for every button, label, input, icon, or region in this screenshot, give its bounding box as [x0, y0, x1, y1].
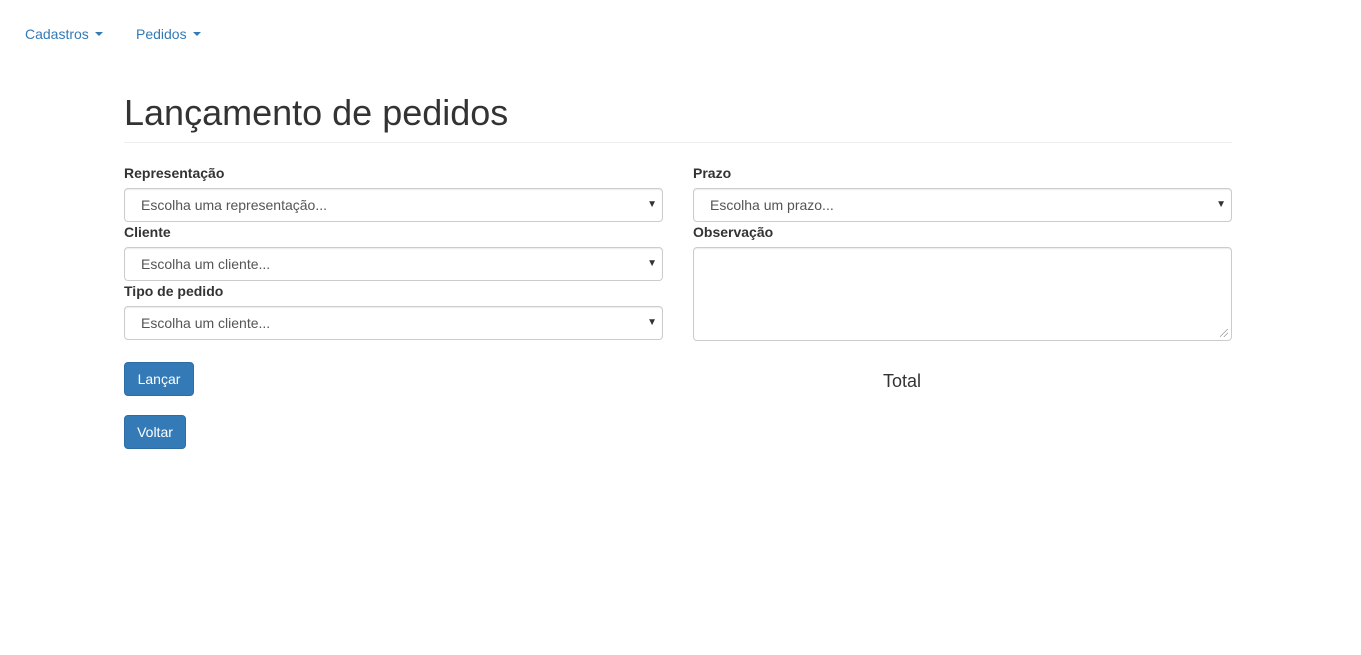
representacao-select-value: Escolha uma representação... — [141, 197, 327, 213]
observacao-label: Observação — [693, 224, 774, 240]
triangle-down-icon: ▼ — [647, 317, 657, 328]
caret-down-icon — [192, 32, 201, 37]
prazo-select-value: Escolha um prazo... — [710, 197, 834, 213]
nav-dropdown-cadastros-label: Cadastros — [25, 26, 89, 42]
voltar-button[interactable]: Voltar — [124, 415, 186, 449]
triangle-down-icon: ▼ — [647, 258, 657, 269]
triangle-down-icon: ▼ — [647, 199, 657, 210]
representacao-label: Representação — [124, 165, 225, 181]
prazo-select[interactable]: Escolha um prazo... ▼ — [693, 188, 1232, 222]
cliente-select[interactable]: Escolha um cliente... ▼ — [124, 247, 663, 281]
cliente-select-value: Escolha um cliente... — [141, 256, 271, 272]
total-label: Total — [883, 371, 922, 391]
nav-dropdown-pedidos[interactable]: Pedidos — [136, 25, 201, 43]
tipo-pedido-label: Tipo de pedido — [124, 283, 224, 299]
caret-down-icon — [94, 32, 103, 37]
top-navbar: Cadastros Pedidos — [0, 0, 1361, 68]
prazo-label: Prazo — [693, 165, 732, 181]
representacao-select[interactable]: Escolha uma representação... ▼ — [124, 188, 663, 222]
page-title: Lançamento de pedidos — [124, 92, 509, 133]
title-divider — [124, 142, 1232, 143]
lancar-button[interactable]: Lançar — [124, 362, 194, 396]
triangle-down-icon: ▼ — [1216, 199, 1226, 210]
tipo-pedido-select[interactable]: Escolha um cliente... ▼ — [124, 306, 663, 340]
nav-dropdown-cadastros[interactable]: Cadastros — [25, 25, 103, 43]
nav-dropdown-pedidos-label: Pedidos — [136, 26, 187, 42]
tipo-pedido-select-value: Escolha um cliente... — [141, 315, 271, 331]
cliente-label: Cliente — [124, 224, 171, 240]
textarea-resize-handle[interactable] — [1220, 329, 1228, 337]
observacao-textarea[interactable] — [693, 247, 1232, 341]
